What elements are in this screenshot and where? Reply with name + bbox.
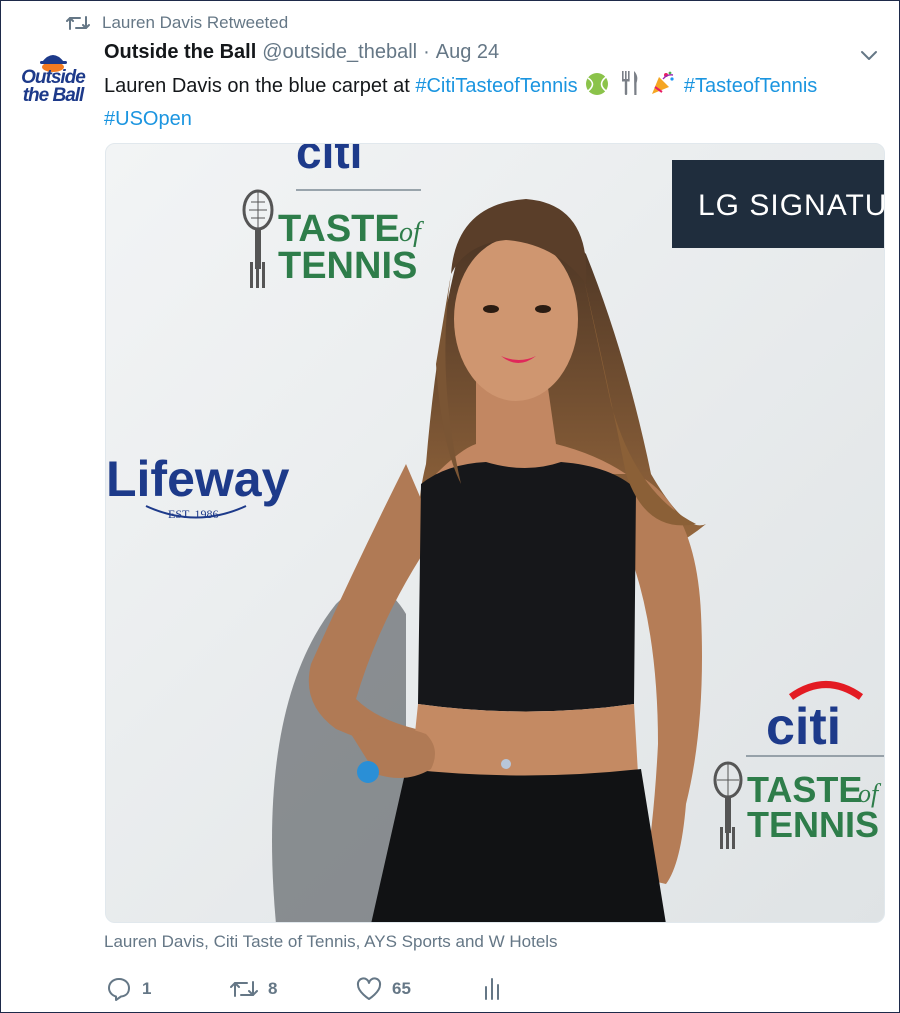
lifeway-logo: Lifeway: [106, 451, 290, 507]
heart-icon: [356, 977, 382, 1000]
tweet-photo[interactable]: citi TASTE of TENNIS LG SIGNATU Lifeway …: [105, 143, 885, 923]
retweet-label: Lauren Davis Retweeted: [102, 13, 289, 32]
reply-count: 1: [142, 979, 152, 998]
hashtag-link[interactable]: #TasteofTennis: [684, 75, 817, 97]
lg-logo: LG SIGNATU: [698, 189, 885, 222]
chevron-down-icon[interactable]: [858, 44, 880, 66]
taste-logo2-line2: TENNIS: [747, 804, 879, 845]
retweet-button[interactable]: 8: [230, 978, 356, 1000]
hashtag-link[interactable]: #USOpen: [104, 108, 192, 130]
like-count: 65: [392, 979, 411, 998]
hashtag-link[interactable]: #CitiTasteofTennis: [415, 75, 577, 97]
retweet-count: 8: [268, 979, 278, 998]
photo-tags[interactable]: Lauren Davis, Citi Taste of Tennis, AYS …: [104, 932, 558, 952]
citi-logo-top: citi: [296, 144, 362, 178]
tweet-text-body: Lauren Davis on the blue carpet at: [104, 75, 410, 97]
tennis-ball-emoji: [585, 72, 609, 105]
retweet-icon: [230, 981, 258, 997]
action-bar: 1 8 65: [106, 974, 502, 1004]
tweet-header: Outside the Ball @outside_theball · Aug …: [104, 41, 499, 64]
tweet-date[interactable]: Aug 24: [436, 41, 499, 64]
retweet-context[interactable]: Lauren Davis Retweeted: [66, 12, 288, 34]
analytics-button[interactable]: [482, 977, 502, 1001]
reply-icon: [108, 978, 130, 1001]
fork-knife-emoji: [619, 70, 641, 105]
citi-logo-bottom: citi: [766, 698, 841, 756]
avatar-text-line2: the Ball: [22, 85, 85, 106]
analytics-icon: [485, 978, 499, 1000]
tweet-text: Lauren Davis on the blue carpet at #Citi…: [104, 70, 894, 134]
like-button[interactable]: 65: [356, 977, 482, 1001]
author-name[interactable]: Outside the Ball: [104, 41, 256, 64]
taste-logo-line2: TENNIS: [278, 245, 417, 287]
avatar-brand: Outside the Ball: [14, 68, 92, 106]
header-separator: ·: [423, 41, 430, 63]
retweet-icon: [66, 14, 90, 32]
avatar[interactable]: Outside the Ball: [14, 44, 92, 118]
taste-logo-of: of: [399, 217, 424, 248]
party-popper-emoji: [650, 70, 676, 105]
taste-logo-line1: TASTE: [278, 208, 400, 250]
author-handle[interactable]: @outside_theball: [262, 41, 417, 64]
reply-button[interactable]: 1: [106, 976, 230, 1002]
lifeway-est: EST. 1986: [168, 507, 218, 521]
